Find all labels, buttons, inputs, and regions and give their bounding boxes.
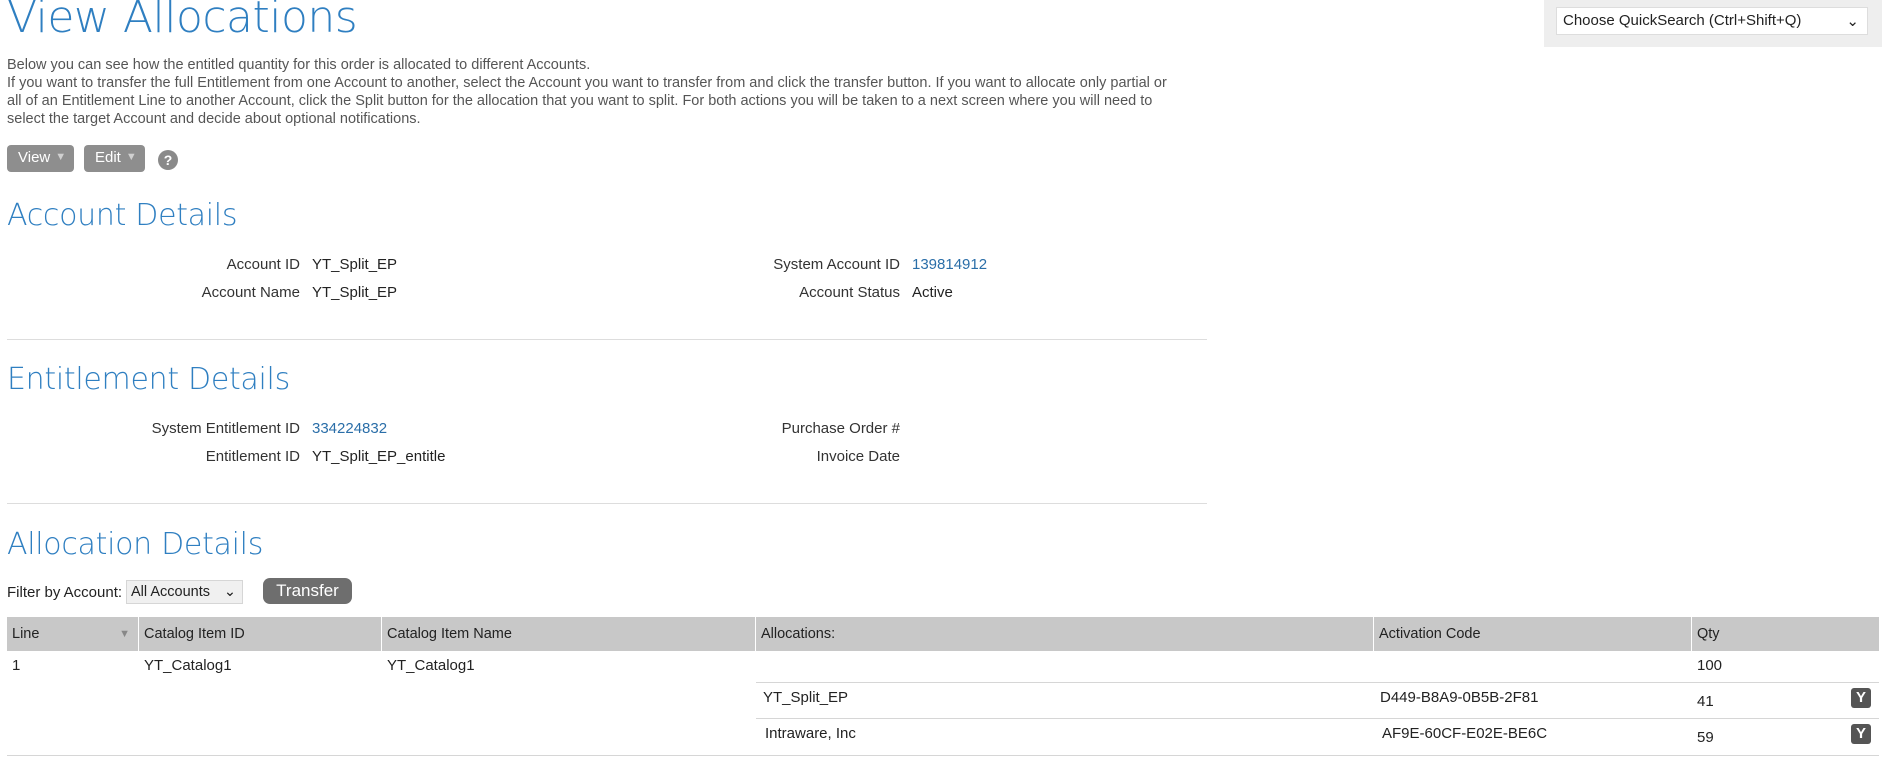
allocation-account-link[interactable]: Intraware, Inc [765,725,856,742]
invoice-date-label: Invoice Date [816,448,900,465]
catalog-item-name: YT_Catalog1 [387,657,475,674]
quicksearch-selected: Choose QuickSearch (Ctrl+Shift+Q) [1563,12,1802,29]
account-status-value: Active [912,284,953,301]
filter-selected-value: All Accounts [131,584,210,600]
split-icon[interactable]: Y [1851,688,1871,708]
account-details-title: Account Details [7,198,238,233]
allocation-qty: 41 [1697,693,1714,710]
system-account-id-link[interactable]: 139814912 [912,256,987,273]
column-header-line-label: Line [12,626,40,642]
total-qty: 100 [1697,657,1723,674]
table-bottom-border [7,755,1879,756]
column-header-qty[interactable]: Qty [1692,617,1879,651]
system-entitlement-id-link[interactable]: 334224832 [312,420,387,437]
catalog-item-id-link[interactable]: YT_Catalog1 [144,657,232,674]
allocations-table-header: Line ▼ Catalog Item ID Catalog Item Name… [7,617,1879,651]
page-title: View Allocations [7,0,358,43]
column-header-catalog-item-name[interactable]: Catalog Item Name [382,617,756,651]
account-id-value: YT_Split_EP [312,256,398,273]
line-number: 1 [12,657,21,674]
sort-filter-icon[interactable]: ▼ [119,617,130,651]
filter-by-account-label: Filter by Account: [7,584,123,601]
column-header-activation-code[interactable]: Activation Code [1374,617,1692,651]
account-status-label: Account Status [799,284,900,301]
intro-line-2: If you want to transfer the full Entitle… [7,75,1167,127]
quicksearch-panel: Choose QuickSearch (Ctrl+Shift+Q) ⌄ [1544,0,1882,47]
intro-line-1: Below you can see how the entitled quant… [7,57,591,73]
entitlement-details-title: Entitlement Details [7,362,290,397]
account-name-value: YT_Split_EP [312,284,398,301]
system-account-id-label: System Account ID [773,256,900,273]
account-name-label: Account Name [201,284,300,301]
activation-code-link[interactable]: AF9E-60CF-E02E-BE6C [1382,725,1547,742]
row-divider [756,682,1879,683]
edit-menu-label: Edit [95,149,121,166]
filter-by-account-select[interactable]: All Accounts ⌄ [126,580,243,604]
purchase-order-label: Purchase Order # [781,420,900,437]
chevron-down-icon: ⌄ [1846,13,1859,30]
account-id-label: Account ID [226,256,300,273]
column-header-allocations[interactable]: Allocations: [756,617,1374,651]
activation-code-link[interactable]: D449-B8A9-0B5B-2F81 [1380,689,1538,706]
help-icon[interactable]: ? [158,150,178,170]
entitlement-id-label: Entitlement ID [205,448,300,465]
transfer-button[interactable]: Transfer [263,578,352,604]
divider [7,503,1207,504]
column-header-line[interactable]: Line ▼ [7,617,139,651]
intro-text: Below you can see how the entitled quant… [7,56,1177,128]
caret-down-icon: ▼ [125,151,137,163]
caret-down-icon: ▼ [55,151,67,163]
chevron-down-icon: ⌄ [223,584,236,600]
quicksearch-select[interactable]: Choose QuickSearch (Ctrl+Shift+Q) ⌄ [1556,7,1868,35]
column-header-catalog-item-id[interactable]: Catalog Item ID [139,617,382,651]
allocation-account-link[interactable]: YT_Split_EP [763,689,848,706]
view-menu-button[interactable]: View ▼ [7,145,75,172]
view-menu-label: View [18,149,51,166]
split-icon[interactable]: Y [1851,724,1871,744]
allocation-details-title: Allocation Details [7,527,264,562]
row-divider [756,718,1879,719]
divider [7,339,1207,340]
allocation-qty: 59 [1697,729,1714,746]
edit-menu-button[interactable]: Edit ▼ [84,145,145,172]
system-entitlement-id-label: System Entitlement ID [151,420,300,437]
entitlement-id-value: YT_Split_EP_entitle [312,448,446,465]
